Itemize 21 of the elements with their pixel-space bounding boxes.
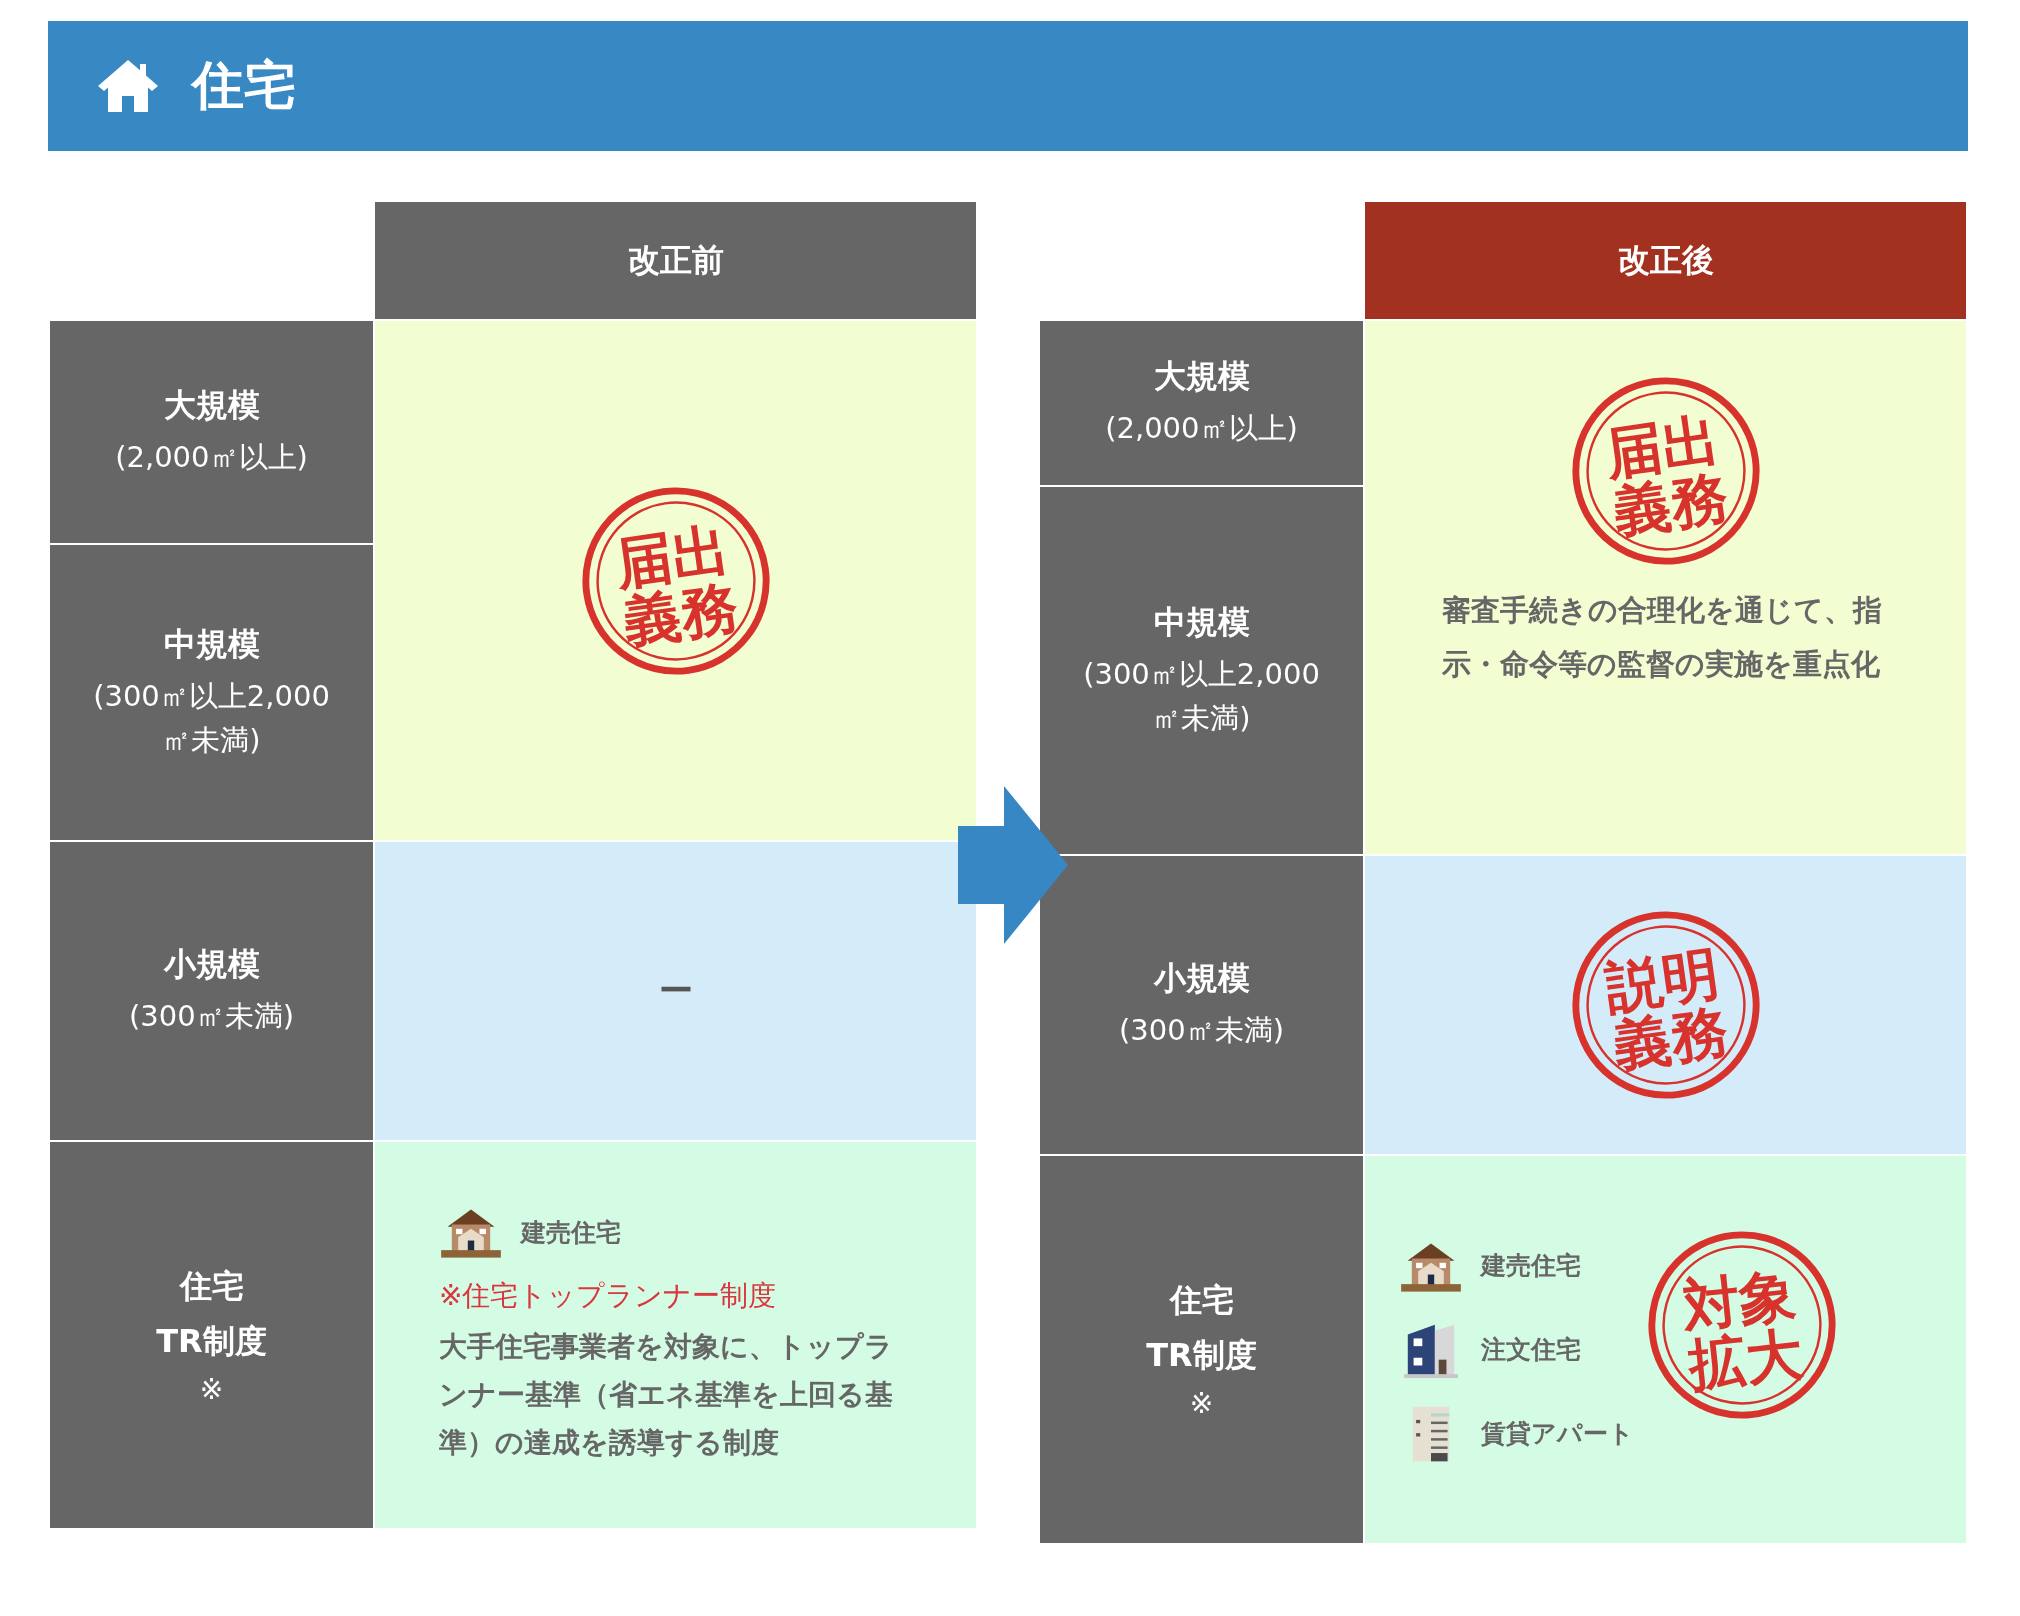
row-label: 住宅 TR制度 ※	[50, 1142, 373, 1528]
arrow-icon	[958, 786, 1068, 944]
description-text: 大手住宅事業者を対象に、トップランナー基準（省エネ基準を上回る基準）の達成を誘導する制度	[439, 1329, 894, 1461]
column-heading: 改正前	[375, 202, 976, 319]
column-heading: 改正後	[1365, 202, 1966, 319]
empty-mark: ー	[658, 969, 693, 1012]
page-title: 住宅	[192, 54, 296, 117]
row-label: 大規模 (2,000㎡以上)	[1040, 321, 1363, 485]
home-icon	[96, 58, 160, 114]
row-label: 大規模 (2,000㎡以上)	[50, 321, 373, 543]
item-label: 賃貸アパート	[1481, 1418, 1634, 1450]
row-label: 中規模 (300㎡以上2,000㎡未満)	[1040, 487, 1363, 854]
row-label: 中規模 (300㎡以上2,000㎡未満)	[50, 545, 373, 840]
row-label: 小規模 (300㎡未満)	[1040, 856, 1363, 1154]
note-title: ※住宅トップランナー制度	[439, 1278, 778, 1314]
item-label: 注文住宅	[1481, 1334, 1581, 1366]
row-label: 小規模 (300㎡未満)	[50, 842, 373, 1140]
item-label: 建売住宅	[1481, 1250, 1581, 1282]
description-text: 審査手続きの合理化を通じて、指示・命令等の監督の実施を重点化	[1441, 592, 1883, 683]
row-label: 住宅 TR制度 ※	[1040, 1156, 1363, 1543]
item-label: 建売住宅	[521, 1216, 621, 1249]
